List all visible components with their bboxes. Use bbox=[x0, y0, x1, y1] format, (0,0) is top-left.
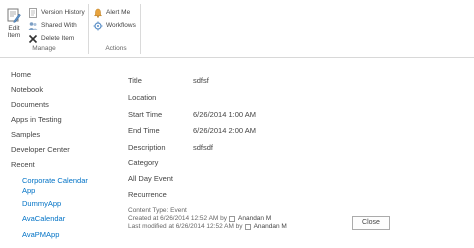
manage-group-label: Manage bbox=[32, 45, 56, 52]
created-by-user[interactable]: Anandan M bbox=[238, 215, 271, 222]
field-label-start-time: Start Time bbox=[128, 110, 163, 119]
nav-item-developer-center[interactable]: Developer Center bbox=[11, 145, 70, 154]
shared-with-button[interactable]: Shared With bbox=[28, 20, 77, 31]
recent-item-dummyapp[interactable]: DummyApp bbox=[22, 199, 61, 209]
shared-with-label: Shared With bbox=[41, 22, 77, 29]
content-type-text: Content Type: Event bbox=[128, 207, 187, 214]
alert-bell-icon bbox=[93, 8, 103, 18]
field-label-end-time: End Time bbox=[128, 126, 160, 135]
field-label-title: Title bbox=[128, 76, 142, 85]
delete-item-label: Delete Item bbox=[41, 35, 75, 42]
version-history-button[interactable]: Version History bbox=[28, 7, 85, 18]
edit-item-label: Edit Item bbox=[7, 25, 21, 39]
workflows-icon bbox=[93, 21, 103, 31]
recent-item-corporate-calendar-app[interactable]: Corporate Calendar App bbox=[22, 176, 102, 196]
nav-item-recent: Recent bbox=[11, 160, 35, 169]
recent-item-avacalendar[interactable]: AvaCalendar bbox=[22, 214, 65, 224]
version-history-icon bbox=[28, 7, 38, 18]
field-label-location: Location bbox=[128, 93, 157, 102]
close-button[interactable]: Close bbox=[352, 216, 390, 230]
delete-icon bbox=[28, 34, 38, 44]
ribbon-group-divider bbox=[140, 4, 141, 54]
edit-item-icon bbox=[7, 8, 21, 23]
field-value-end-time: 6/26/2014 2:00 AM bbox=[193, 126, 256, 135]
field-label-description: Description bbox=[128, 143, 166, 152]
delete-item-button[interactable]: Delete Item bbox=[28, 33, 74, 44]
field-label-category: Category bbox=[128, 158, 159, 167]
nav-item-samples[interactable]: Samples bbox=[11, 130, 40, 139]
version-history-label: Version History bbox=[41, 9, 85, 16]
nav-item-home[interactable]: Home bbox=[11, 70, 31, 79]
modified-at-text: Last modified at 6/26/2014 12:52 AM by bbox=[128, 223, 243, 230]
created-at-text: Created at 6/26/2014 12:52 AM by bbox=[128, 215, 228, 222]
presence-icon bbox=[229, 215, 236, 222]
modified-by-user[interactable]: Anandan M bbox=[254, 223, 287, 230]
workflows-button[interactable]: Workflows bbox=[93, 20, 136, 31]
presence-icon bbox=[244, 223, 251, 230]
recent-item-avapmapp[interactable]: AvaPMApp bbox=[22, 230, 59, 240]
actions-group-label: Actions bbox=[105, 45, 127, 52]
workflows-label: Workflows bbox=[106, 22, 136, 29]
field-value-title: sdfsf bbox=[193, 76, 209, 85]
nav-item-notebook[interactable]: Notebook bbox=[11, 85, 43, 94]
shared-with-icon bbox=[28, 21, 38, 31]
field-label-recurrence: Recurrence bbox=[128, 190, 167, 199]
content-type-label: Content Type: Event bbox=[128, 207, 187, 214]
alert-me-button[interactable]: Alert Me bbox=[93, 7, 130, 18]
field-value-description: sdfsdf bbox=[193, 143, 214, 152]
edit-item-button[interactable]: Edit Item bbox=[4, 8, 24, 44]
nav-item-documents[interactable]: Documents bbox=[11, 100, 49, 109]
field-value-start-time: 6/26/2014 1:00 AM bbox=[193, 110, 256, 119]
ribbon-group-divider bbox=[88, 4, 89, 54]
alert-me-label: Alert Me bbox=[106, 9, 131, 16]
modified-info: Last modified at 6/26/2014 12:52 AM by A… bbox=[128, 223, 287, 230]
nav-item-apps-in-testing[interactable]: Apps in Testing bbox=[11, 115, 62, 124]
created-info: Created at 6/26/2014 12:52 AM by Anandan… bbox=[128, 215, 271, 222]
field-label-all-day-event: All Day Event bbox=[128, 174, 174, 183]
ribbon: Edit Item Version History Shared With De… bbox=[0, 0, 474, 58]
